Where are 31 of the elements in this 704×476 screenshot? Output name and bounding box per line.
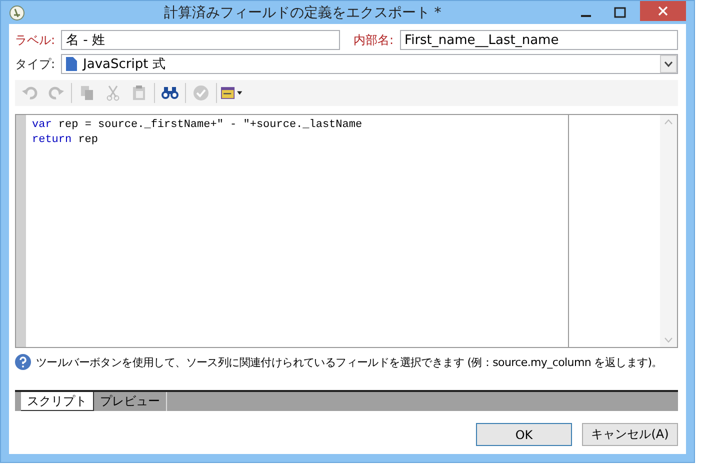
scissors-icon bbox=[106, 85, 120, 101]
undo-icon bbox=[22, 86, 38, 100]
check-circle-icon bbox=[193, 85, 209, 101]
copy-icon bbox=[80, 85, 94, 101]
ok-button[interactable]: OK bbox=[476, 423, 572, 446]
code-editor[interactable]: var rep = source._firstName+" - "+source._lastName return rep bbox=[15, 114, 678, 348]
scroll-down-icon[interactable] bbox=[664, 337, 673, 343]
type-dropdown[interactable]: JavaScript 式 bbox=[61, 54, 678, 74]
chevron-down-icon bbox=[660, 55, 677, 73]
field-label: タイプ: bbox=[15, 56, 56, 72]
internal-name-input-field[interactable]: First_name__Last_name bbox=[400, 30, 678, 50]
code-line: return rep bbox=[32, 133, 100, 148]
app-logo-icon bbox=[9, 4, 25, 20]
tab[interactable]: スクリプト bbox=[21, 392, 94, 411]
field-list-icon bbox=[221, 86, 243, 100]
binoculars-icon bbox=[161, 86, 179, 100]
help-text: ツールバーボタンを使用して、ソース列に関連付けられているフィールドを選択できます (例：source.my_column を返します)。 bbox=[36, 354, 662, 370]
window-title: 計算済みフィールドの定義をエクスポート * bbox=[162, 4, 442, 22]
maximize-icon[interactable] bbox=[614, 6, 626, 18]
code-line: var rep = source._firstName+" - "+source._lastName bbox=[32, 118, 364, 133]
clipboard-icon bbox=[132, 85, 146, 101]
scrollbar[interactable] bbox=[660, 115, 677, 347]
field-label: ラベル: bbox=[15, 32, 56, 48]
cancel-button[interactable]: キャンセル(A) bbox=[582, 423, 678, 446]
label-input-field[interactable]: 名 - 姓 bbox=[61, 30, 340, 50]
redo-icon bbox=[48, 86, 64, 100]
field-label: 内部名: bbox=[354, 32, 394, 48]
help-icon bbox=[15, 354, 31, 370]
close-icon[interactable] bbox=[640, 1, 686, 21]
document-icon bbox=[66, 57, 78, 71]
scroll-up-icon[interactable] bbox=[664, 119, 673, 125]
